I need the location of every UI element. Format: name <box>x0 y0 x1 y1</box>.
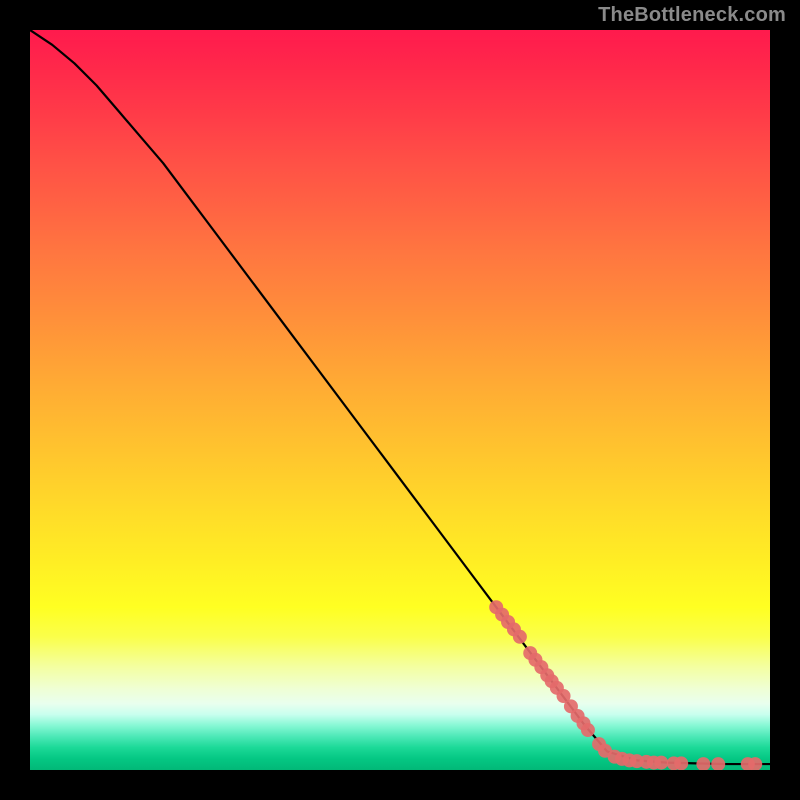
highlight-point <box>654 756 668 770</box>
chart-overlay <box>30 30 770 770</box>
chart-frame: TheBottleneck.com <box>0 0 800 800</box>
watermark-label: TheBottleneck.com <box>598 4 786 27</box>
highlight-point <box>513 630 527 644</box>
highlight-point <box>711 757 725 770</box>
highlight-point <box>674 756 688 770</box>
highlighted-points-group <box>489 600 762 770</box>
highlight-point <box>581 723 595 737</box>
highlight-point <box>696 757 710 770</box>
bottleneck-curve-line <box>30 30 770 764</box>
